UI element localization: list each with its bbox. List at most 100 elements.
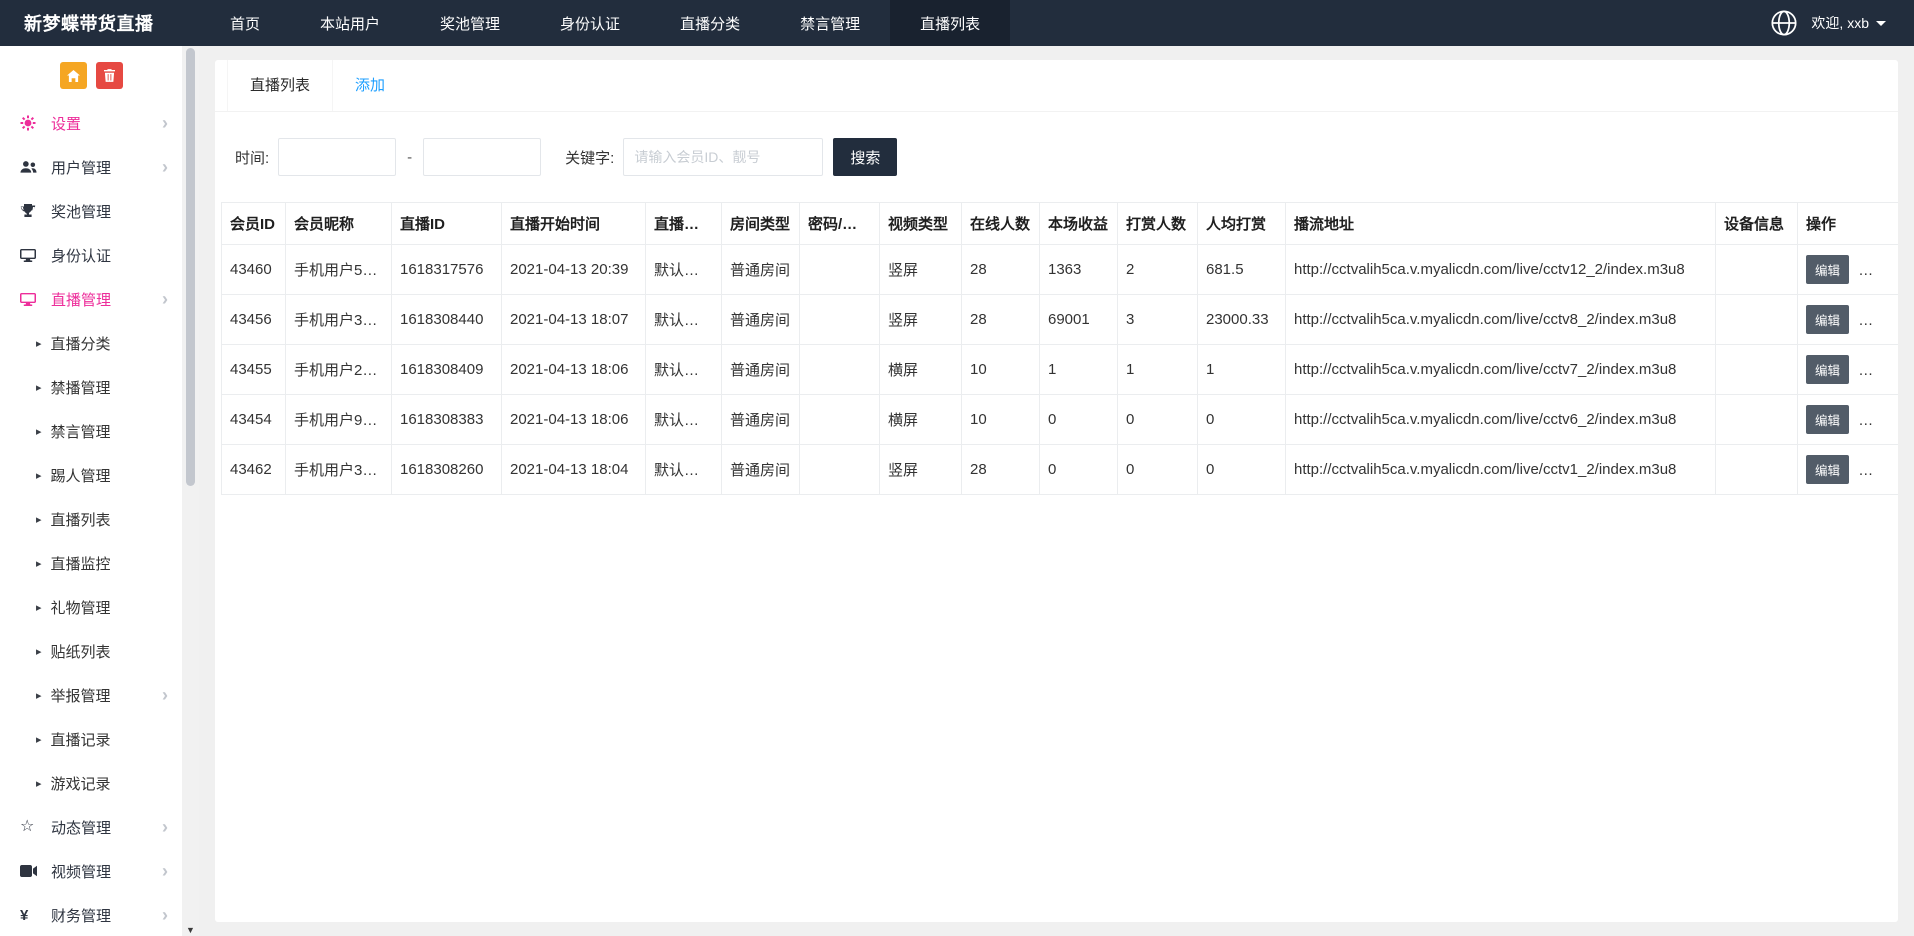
table-header-row: 会员ID 会员昵称 直播ID 直播开始时间 直播分类 房间类型 密码/价格 视频…: [221, 202, 1898, 245]
nav-item-live-list[interactable]: 直播列表: [890, 0, 1011, 46]
cell-online-count: 10: [961, 344, 1040, 395]
delete-button[interactable]: 删除: [1858, 255, 1898, 284]
sidebar-item-live-manage[interactable]: 直播管理 ›: [0, 277, 182, 321]
cell-online-count: 28: [961, 444, 1040, 495]
sidebar-scrollbar-track[interactable]: ▼: [182, 46, 199, 936]
nav-item-home[interactable]: 首页: [200, 0, 290, 46]
cell-category: 默认分类: [645, 294, 722, 345]
live-monitor-icon: [20, 291, 42, 307]
sidebar-subitem-report-manage[interactable]: ▸ 举报管理 ›: [0, 673, 182, 717]
nav-item-mute-manage[interactable]: 禁言管理: [770, 0, 890, 46]
cell-tipper-count: 0: [1117, 394, 1198, 445]
nav-item-prize-pool[interactable]: 奖池管理: [410, 0, 530, 46]
caret-right-icon: ▸: [36, 557, 42, 570]
cell-tipper-count: 2: [1117, 244, 1198, 295]
cell-start-time: 2021-04-13 18:07: [501, 294, 646, 345]
cell-avg-tip: 681.5: [1197, 244, 1286, 295]
delete-button[interactable]: 删除: [1858, 305, 1898, 334]
sidebar-item-video-manage[interactable]: 视频管理 ›: [0, 849, 182, 893]
cell-actions: 编辑 删除: [1797, 394, 1898, 445]
edit-button[interactable]: 编辑: [1806, 305, 1850, 334]
cell-category: 默认分类: [645, 244, 722, 295]
main-content: 直播列表 添加 时间: - 关键字: 搜索: [199, 46, 1914, 936]
search-button[interactable]: 搜索: [833, 138, 898, 176]
home-button[interactable]: [59, 62, 87, 89]
chevron-right-icon: ›: [162, 685, 168, 705]
cell-start-time: 2021-04-13 18:06: [501, 394, 646, 445]
table-row: 43462 手机用户3708 1618308260 2021-04-13 18:…: [221, 444, 1898, 495]
sidebar-subitem-mute-manage[interactable]: ▸ 禁言管理: [0, 409, 182, 453]
frame: 设置 › 用户管理 › 奖池管理 身份认证 直播管理 › ▸ 直播分类 ▸ 禁播…: [0, 46, 1914, 936]
col-room-type: 房间类型: [721, 202, 800, 245]
sidebar-subitem-game-records[interactable]: ▸ 游戏记录: [0, 761, 182, 805]
sidebar-item-finance-manage[interactable]: ¥ 财务管理 ›: [0, 893, 182, 936]
cell-live-id: 1618308383: [391, 394, 502, 445]
cell-nickname: 手机用户3708: [285, 444, 392, 495]
sidebar-subitem-gift-manage[interactable]: ▸ 礼物管理: [0, 585, 182, 629]
table-row: 43456 手机用户3234 1618308440 2021-04-13 18:…: [221, 294, 1898, 345]
delete-button[interactable]: 删除: [1858, 405, 1898, 434]
col-live-id: 直播ID: [391, 202, 502, 245]
scrollbar-down-arrow-icon[interactable]: ▼: [182, 925, 199, 935]
caret-right-icon: ▸: [36, 777, 42, 790]
sidebar-item-user-manage[interactable]: 用户管理 ›: [0, 145, 182, 189]
user-menu[interactable]: 欢迎, xxb: [1811, 13, 1886, 33]
sidebar-subitem-live-monitor[interactable]: ▸ 直播监控: [0, 541, 182, 585]
admin-app: 新梦蝶带货直播 首页 本站用户 奖池管理 身份认证 直播分类 禁言管理 直播列表…: [0, 0, 1914, 936]
cell-avg-tip: 23000.33: [1197, 294, 1286, 345]
sidebar-subitem-sticker-list[interactable]: ▸ 贴纸列表: [0, 629, 182, 673]
time-from-input[interactable]: [278, 138, 397, 176]
cell-member-id: 43455: [221, 344, 286, 395]
sidebar-subitem-live-list[interactable]: ▸ 直播列表: [0, 497, 182, 541]
time-to-input[interactable]: [423, 138, 542, 176]
edit-button[interactable]: 编辑: [1806, 355, 1850, 384]
cell-category: 默认分类: [645, 444, 722, 495]
sidebar-subitem-live-category[interactable]: ▸ 直播分类: [0, 321, 182, 365]
sidebar-subitem-ban-broadcast[interactable]: ▸ 禁播管理: [0, 365, 182, 409]
edit-button[interactable]: 编辑: [1806, 405, 1850, 434]
tab-live-list[interactable]: 直播列表: [227, 60, 334, 111]
sidebar-subitem-live-records[interactable]: ▸ 直播记录: [0, 717, 182, 761]
table-row: 43454 手机用户9079 1618308383 2021-04-13 18:…: [221, 394, 1898, 445]
chevron-right-icon: ›: [162, 861, 168, 881]
tab-add[interactable]: 添加: [333, 60, 407, 111]
trophy-icon: [20, 203, 42, 219]
cell-video-type: 竖屏: [879, 244, 962, 295]
keyword-input[interactable]: [623, 138, 824, 176]
star-icon: ☆: [20, 818, 35, 835]
nav-item-site-users[interactable]: 本站用户: [290, 0, 410, 46]
cell-room-type: 普通房间: [721, 294, 800, 345]
yen-icon: ¥: [20, 906, 29, 924]
cell-nickname: 手机用户2695: [285, 344, 392, 395]
nav-item-identity[interactable]: 身份认证: [530, 0, 650, 46]
caret-right-icon: ▸: [36, 601, 42, 614]
edit-button[interactable]: 编辑: [1806, 455, 1850, 484]
sidebar-item-dynamic-manage[interactable]: ☆ 动态管理 ›: [0, 805, 182, 849]
cell-category: 默认分类: [645, 394, 722, 445]
col-member-id: 会员ID: [221, 202, 286, 245]
content-card: 直播列表 添加 时间: - 关键字: 搜索: [215, 60, 1898, 922]
delete-button[interactable]: 删除: [1858, 355, 1898, 384]
col-start-time: 直播开始时间: [501, 202, 646, 245]
cell-earnings: 1: [1039, 344, 1118, 395]
sidebar-item-prize-pool[interactable]: 奖池管理: [0, 189, 182, 233]
nav-item-live-category[interactable]: 直播分类: [650, 0, 770, 46]
edit-button[interactable]: 编辑: [1806, 255, 1850, 284]
sidebar-scrollbar-thumb[interactable]: [186, 48, 195, 486]
cell-password-price: [799, 444, 880, 495]
tab-bar: 直播列表 添加: [215, 60, 1898, 112]
cell-device-info: [1715, 444, 1798, 495]
cell-stream-url: http://cctvalih5ca.v.myalicdn.com/live/c…: [1285, 394, 1716, 445]
trash-button[interactable]: [95, 62, 123, 89]
cell-tipper-count: 1: [1117, 344, 1198, 395]
brand-title: 新梦蝶带货直播: [24, 14, 154, 34]
globe-icon[interactable]: [1770, 9, 1798, 37]
sidebar-item-identity[interactable]: 身份认证: [0, 233, 182, 277]
sidebar-item-settings[interactable]: 设置 ›: [0, 101, 182, 145]
cell-member-id: 43462: [221, 444, 286, 495]
cell-actions: 编辑 删除: [1797, 294, 1898, 345]
chevron-right-icon: ›: [162, 157, 168, 177]
sidebar-subitem-kick-manage[interactable]: ▸ 踢人管理: [0, 453, 182, 497]
delete-button[interactable]: 删除: [1858, 455, 1898, 484]
cell-earnings: 1363: [1039, 244, 1118, 295]
